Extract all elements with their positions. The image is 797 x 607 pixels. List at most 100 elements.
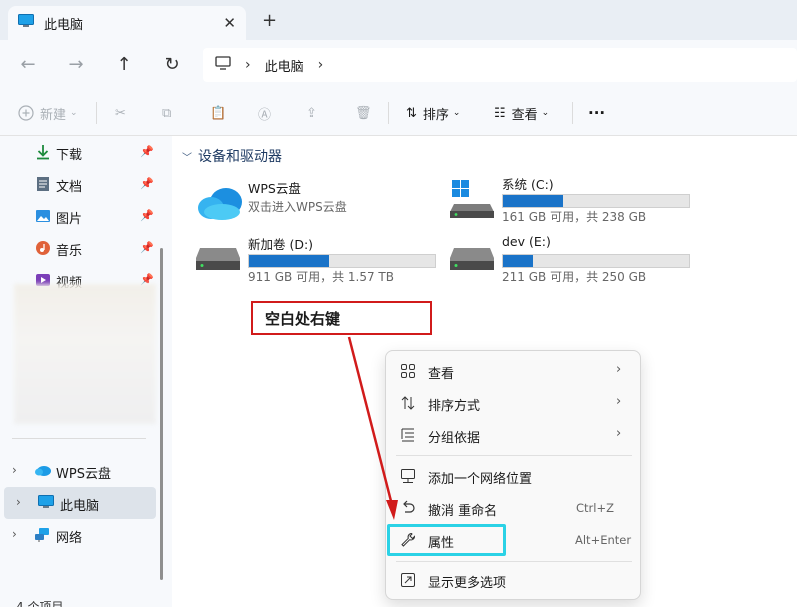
pin-icon[interactable]: 📌 [140,145,154,158]
breadcrumb[interactable]: 此电脑 [265,56,304,75]
menu-item-label: 查看 [428,367,455,382]
back-arrow-icon[interactable]: ← [16,53,40,77]
drive-name: 系统 (C:) [502,177,554,192]
sort-button[interactable]: ⇅ 排序 ⌄ [406,102,460,124]
chevron-right-icon: › [616,394,622,409]
shortcut-text: Ctrl+Z [576,501,614,515]
more-button[interactable]: ··· [588,102,605,124]
paste-button[interactable]: 📋 [210,102,226,124]
more-options-icon [400,572,416,588]
chevron-right-icon[interactable]: › [12,463,17,477]
tab-title: 此电脑 [44,17,84,33]
sidebar-item-downloads[interactable]: 下载 📌 [0,136,158,168]
menu-divider [396,561,632,562]
chevron-right-icon[interactable]: › [16,495,21,509]
share-button[interactable]: ⇪ [306,102,317,124]
menu-divider [396,455,632,456]
paste-icon: 📋 [210,105,227,121]
cut-button[interactable]: ✂ [115,102,126,124]
menu-item-label: 显示更多选项 [428,576,507,591]
divider [388,102,389,124]
sort-icon [400,395,416,411]
forward-arrow-icon[interactable]: → [64,53,88,77]
drive-capacity: 161 GB 可用，共 238 GB [502,210,647,224]
status-bar-text: 4 个项目 [16,600,64,607]
blurred-region [14,284,156,424]
up-arrow-icon[interactable]: ↑ [112,53,136,77]
usage-fill [503,255,533,267]
drive-description: 双击进入WPS云盘 [248,200,347,214]
drive-c[interactable]: 系统 (C:) 161 GB 可用，共 238 GB [450,174,700,224]
chevron-down-icon: ﹀ [182,152,192,164]
usage-fill [503,195,563,207]
menu-item-undo-rename[interactable]: 撤消 重命名 Ctrl+Z [390,492,638,524]
menu-item-group-by[interactable]: 分组依据 › [390,419,638,451]
sidebar-item-label: 此电脑 [60,499,100,514]
drive-d[interactable]: 新加卷 (D:) 911 GB 可用，共 1.57 TB [196,234,446,284]
delete-button[interactable]: 🗑 [355,102,372,124]
pin-icon[interactable]: 📌 [140,241,154,254]
view-button[interactable]: ☷ 查看 ⌄ [494,102,549,124]
copy-button[interactable]: ⧉ [162,102,171,124]
menu-item-show-more-options[interactable]: 显示更多选项 [390,564,638,596]
scrollbar[interactable] [160,248,163,580]
tab-this-pc[interactable]: 此电脑 ✕ [8,6,246,40]
annotation-callout: 空白处右键 [251,301,432,335]
refresh-icon[interactable]: ↻ [160,53,184,77]
command-bar: 新建 ⌄ ✂ ⧉ 📋 Ⓐ ⇪ 🗑 ⇅ 排序 ⌄ ☷ 查看 ⌄ ··· [0,90,797,136]
menu-item-label: 添加一个网络位置 [428,472,533,487]
document-icon [35,176,51,192]
pin-icon[interactable]: 📌 [140,177,154,190]
drive-name: 新加卷 (D:) [248,237,314,252]
disk-drive-icon [196,246,244,280]
monitor-icon [215,56,231,74]
download-icon [35,144,51,160]
sidebar-item-documents[interactable]: 文档 📌 [0,168,158,200]
sidebar-item-network[interactable]: › 网络 [0,519,158,551]
sidebar-item-music[interactable]: 音乐 📌 [0,232,158,264]
usage-fill [249,255,329,267]
plus-circle-icon [18,105,34,121]
cloud-icon [196,184,244,220]
menu-item-view[interactable]: 查看 › [390,355,638,387]
chevron-down-icon: ⌄ [452,108,461,118]
menu-item-add-network-location[interactable]: 添加一个网络位置 [390,460,638,492]
network-icon [34,527,50,543]
navigation-pane: 下载 📌 文档 📌 图片 📌 音乐 📌 视频 📌 › WPS云盘 › 此电脑 ›… [0,136,172,607]
breadcrumb-separator[interactable]: › [245,57,251,73]
divider [96,102,97,124]
usage-bar [502,194,690,208]
view-label: 查看 [511,107,538,123]
sidebar-item-this-pc[interactable]: › 此电脑 [4,487,156,519]
chevron-down-icon: ⌄ [70,108,78,118]
close-icon[interactable]: ✕ [223,14,236,32]
chevron-right-icon[interactable]: › [12,527,17,541]
group-title: 设备和驱动器 [198,149,282,165]
group-header[interactable]: ﹀ 设备和驱动器 [182,146,282,166]
drive-wps-cloud[interactable]: WPS云盘 双击进入WPS云盘 [196,178,446,224]
menu-item-label: 排序方式 [428,399,481,414]
drive-name: WPS云盘 [248,181,301,196]
breadcrumb-separator[interactable]: › [318,57,324,73]
address-bar[interactable]: › 此电脑 › [203,48,797,82]
menu-item-sort-by[interactable]: 排序方式 › [390,387,638,419]
drive-e[interactable]: dev (E:) 211 GB 可用，共 250 GB [450,234,700,284]
scissors-icon: ✂ [115,105,126,121]
sidebar-item-label: 网络 [56,531,83,546]
sidebar-item-label: WPS云盘 [56,467,111,482]
sidebar-item-pictures[interactable]: 图片 📌 [0,200,158,232]
sidebar-item-wps-cloud[interactable]: › WPS云盘 [0,455,158,487]
rename-button[interactable]: Ⓐ [258,102,271,124]
picture-icon [35,208,51,224]
share-icon: ⇪ [306,105,317,121]
trash-icon: 🗑 [355,105,372,121]
rename-icon: Ⓐ [258,107,272,123]
new-button[interactable]: 新建 ⌄ [18,102,78,124]
drive-capacity: 211 GB 可用，共 250 GB [502,270,647,284]
sort-label: 排序 [422,107,449,123]
pin-icon[interactable]: 📌 [140,209,154,222]
cloud-icon [34,463,51,479]
new-tab-button[interactable]: + [262,12,277,30]
drive-capacity: 911 GB 可用，共 1.57 TB [248,270,394,284]
sidebar-item-label: 文档 [56,180,83,195]
